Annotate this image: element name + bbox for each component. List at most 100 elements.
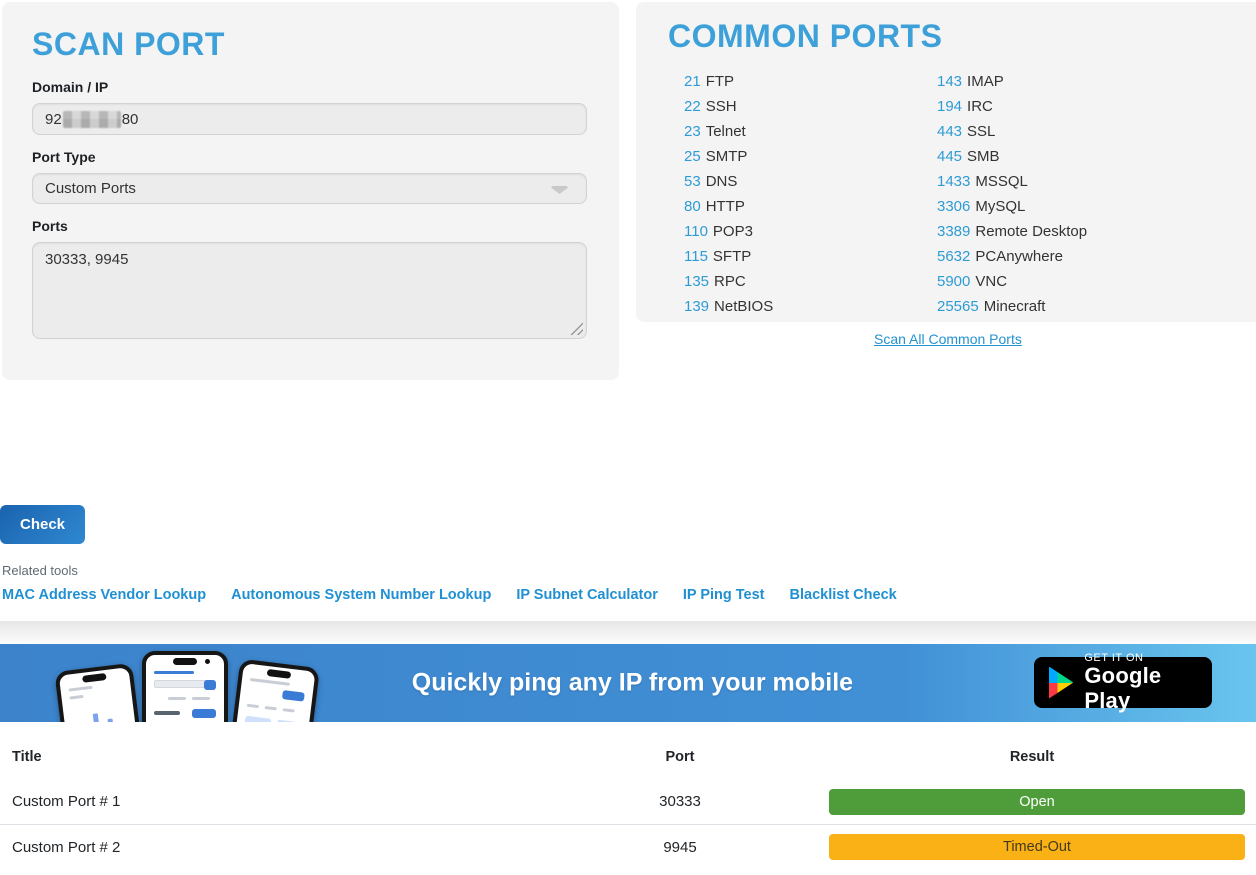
link-ip-ping-test[interactable]: IP Ping Test bbox=[683, 587, 765, 603]
common-port-item: 445SMB bbox=[937, 144, 1087, 169]
port-type-select[interactable]: Custom Ports bbox=[32, 173, 587, 204]
scan-all-common-ports-link[interactable]: Scan All Common Ports bbox=[874, 331, 1022, 347]
common-port-name: FTP bbox=[706, 73, 734, 90]
related-tools-nav: MAC Address Vendor Lookup Autonomous Sys… bbox=[2, 587, 897, 603]
common-port-link[interactable]: 3306 bbox=[937, 198, 970, 215]
common-port-item: 5632 PCAnywhere bbox=[937, 244, 1087, 269]
common-port-link[interactable]: 110 bbox=[684, 223, 708, 240]
common-port-item: 135 RPC bbox=[684, 269, 937, 294]
common-port-item: 3306 MySQL bbox=[937, 194, 1087, 219]
common-port-name: POP3 bbox=[713, 223, 753, 240]
common-port-link[interactable]: 25565 bbox=[937, 298, 979, 315]
google-play-icon bbox=[1049, 667, 1073, 699]
header-result: Result bbox=[808, 749, 1256, 765]
domain-value-redacted bbox=[63, 111, 121, 128]
row-port: 30333 bbox=[552, 793, 808, 810]
common-port-link[interactable]: 443 bbox=[937, 123, 962, 140]
common-port-item: 21 FTP bbox=[684, 69, 937, 94]
ports-value: 30333, 9945 bbox=[45, 251, 128, 268]
link-mac-address-vendor-lookup[interactable]: MAC Address Vendor Lookup bbox=[2, 587, 206, 603]
phone-mockup-left bbox=[54, 663, 147, 722]
related-tools-label: Related tools bbox=[2, 563, 78, 578]
common-port-item: 53 DNS bbox=[684, 169, 937, 194]
common-port-link[interactable]: 139 bbox=[684, 298, 709, 315]
resize-handle-icon[interactable] bbox=[570, 322, 583, 335]
common-port-item: 143 IMAP bbox=[937, 69, 1087, 94]
google-play-badge[interactable]: GET IT ON Google Play bbox=[1034, 657, 1212, 708]
link-blacklist-check[interactable]: Blacklist Check bbox=[790, 587, 897, 603]
common-ports-left-column: 21 FTP 22SSH 23Telnet 25SMTP 53 DNS 80 HTTP… bbox=[668, 69, 937, 319]
common-port-link[interactable]: 445 bbox=[937, 148, 962, 165]
common-port-name: RPC bbox=[714, 273, 746, 290]
row-title: Custom Port # 1 bbox=[0, 793, 552, 810]
port-type-value: Custom Ports bbox=[45, 180, 136, 197]
common-port-name: DNS bbox=[706, 173, 738, 190]
header-port: Port bbox=[552, 749, 808, 765]
common-port-item: 80 HTTP bbox=[684, 194, 937, 219]
link-ip-subnet-calculator[interactable]: IP Subnet Calculator bbox=[516, 587, 658, 603]
common-port-item: 110 POP3 bbox=[684, 219, 937, 244]
common-port-name: PCAnywhere bbox=[975, 248, 1063, 265]
common-port-item: 194 IRC bbox=[937, 94, 1087, 119]
table-row: Custom Port # 2 9945 Timed-Out bbox=[0, 824, 1256, 869]
common-port-link[interactable]: 115 bbox=[684, 248, 708, 265]
common-port-name: NetBIOS bbox=[714, 298, 773, 315]
phone-mockup-center bbox=[142, 651, 228, 722]
link-asn-lookup[interactable]: Autonomous System Number Lookup bbox=[231, 587, 491, 603]
page: SCAN PORT Domain / IP 9280 Port Type Cus… bbox=[0, 0, 1256, 875]
common-port-link[interactable]: 1433 bbox=[937, 173, 970, 190]
common-port-link[interactable]: 5900 bbox=[937, 273, 970, 290]
common-ports-title: COMMON PORTS bbox=[668, 18, 1244, 55]
common-port-item: 5900 VNC bbox=[937, 269, 1087, 294]
common-port-name: IMAP bbox=[967, 73, 1004, 90]
common-port-link[interactable]: 22 bbox=[684, 98, 701, 115]
common-port-link[interactable]: 5632 bbox=[937, 248, 970, 265]
common-port-link[interactable]: 80 bbox=[684, 198, 701, 215]
common-port-link[interactable]: 194 bbox=[937, 98, 962, 115]
table-row: Custom Port # 1 30333 Open bbox=[0, 779, 1256, 824]
phones-illustration bbox=[62, 649, 354, 722]
results-table: Title Port Result Custom Port # 1 30333 … bbox=[0, 735, 1256, 869]
common-port-link[interactable]: 143 bbox=[937, 73, 962, 90]
common-port-item: 443 SSL bbox=[937, 119, 1087, 144]
common-port-name: Remote Desktop bbox=[975, 223, 1087, 240]
common-port-item: 25SMTP bbox=[684, 144, 937, 169]
phone-mockup-right bbox=[224, 659, 320, 722]
common-port-item: 23Telnet bbox=[684, 119, 937, 144]
check-button[interactable]: Check bbox=[0, 505, 85, 544]
results-table-header: Title Port Result bbox=[0, 735, 1256, 779]
common-port-link[interactable]: 135 bbox=[684, 273, 709, 290]
common-port-link[interactable]: 3389 bbox=[937, 223, 970, 240]
common-ports-panel: COMMON PORTS 21 FTP 22SSH 23Telnet 25SMTP… bbox=[636, 2, 1256, 322]
domain-value-prefix: 92 bbox=[45, 111, 62, 128]
common-port-item: 22SSH bbox=[684, 94, 937, 119]
row-title: Custom Port # 2 bbox=[0, 839, 552, 856]
common-port-link[interactable]: 21 bbox=[684, 73, 701, 90]
common-port-name: VNC bbox=[975, 273, 1007, 290]
common-port-link[interactable]: 53 bbox=[684, 173, 701, 190]
common-port-name: MSSQL bbox=[975, 173, 1028, 190]
port-type-label: Port Type bbox=[32, 149, 589, 165]
common-ports-right-column: 143 IMAP 194 IRC 443 SSL 445SMB 1433 MSSQL 3… bbox=[937, 69, 1087, 319]
common-port-item: 1433 MSSQL bbox=[937, 169, 1087, 194]
domain-ip-label: Domain / IP bbox=[32, 79, 589, 95]
common-port-link[interactable]: 25 bbox=[684, 148, 701, 165]
domain-input[interactable]: 92 80 bbox=[32, 103, 587, 135]
header-title: Title bbox=[0, 749, 552, 765]
common-port-item: 139 NetBIOS bbox=[684, 294, 937, 319]
google-play-badge-bottom-text: Google Play bbox=[1084, 664, 1197, 712]
status-badge: Open bbox=[829, 789, 1245, 815]
chevron-down-icon bbox=[551, 186, 568, 194]
domain-value-suffix: 80 bbox=[122, 111, 139, 128]
common-port-item: 25565Minecraft bbox=[937, 294, 1087, 319]
common-port-link[interactable]: 23 bbox=[684, 123, 701, 140]
ports-textarea[interactable]: 30333, 9945 bbox=[32, 242, 587, 339]
common-port-item: 3389 Remote Desktop bbox=[937, 219, 1087, 244]
common-port-name: HTTP bbox=[706, 198, 745, 215]
section-divider bbox=[0, 621, 1256, 644]
common-port-name: IRC bbox=[967, 98, 993, 115]
common-port-item: 115SFTP bbox=[684, 244, 937, 269]
row-port: 9945 bbox=[552, 839, 808, 856]
common-port-name: MySQL bbox=[975, 198, 1025, 215]
common-port-name: SSL bbox=[967, 123, 995, 140]
